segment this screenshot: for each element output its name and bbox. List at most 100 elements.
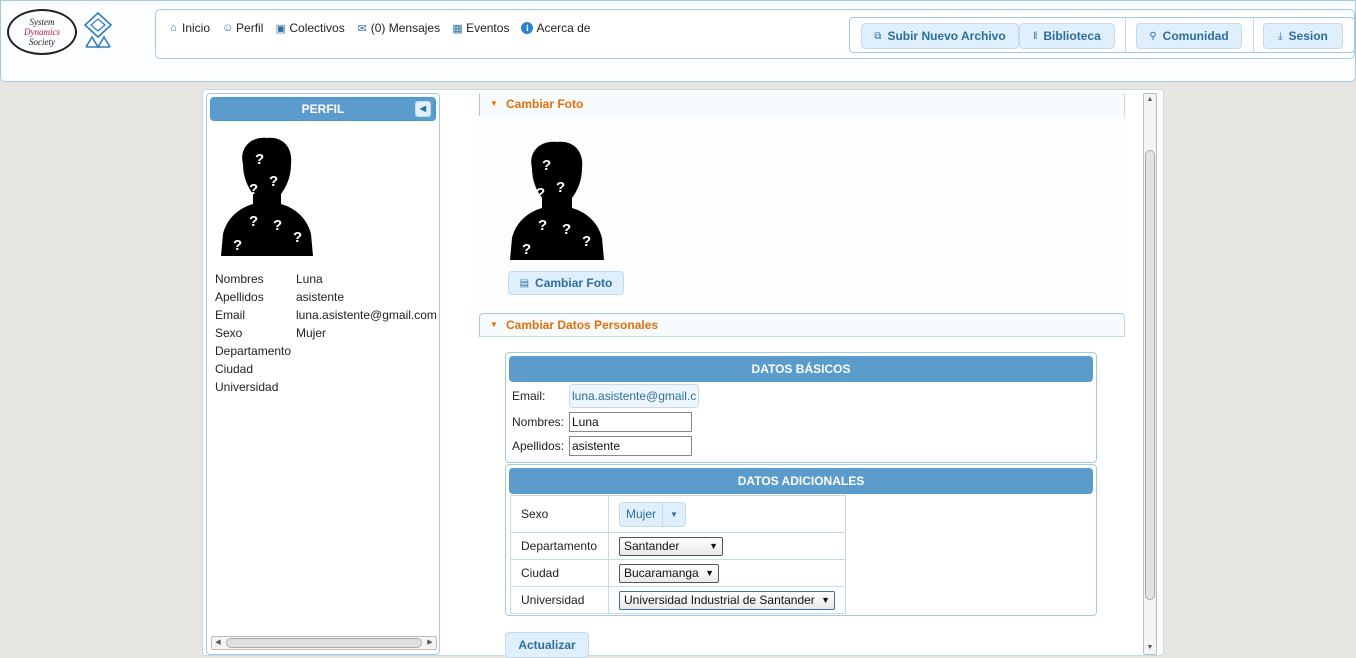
departamento-select[interactable]: Santander ▼ (619, 536, 723, 556)
info-row-sexo: Sexo Mujer (215, 326, 327, 340)
user-icon: ☺ (222, 22, 234, 34)
mail-icon: ✉ (357, 22, 367, 35)
departamento-cell: Santander ▼ (608, 532, 846, 560)
svg-text:?: ? (249, 213, 258, 230)
info-row-universidad: Universidad (215, 380, 279, 394)
table-row: Departamento Santander ▼ (510, 532, 846, 560)
library-icon: ‖ (1033, 30, 1038, 42)
datos-basicos-title: DATOS BÁSICOS (509, 356, 1093, 382)
cambiar-foto-button[interactable]: ▤ Cambiar Foto (508, 271, 624, 295)
info-row-departamento: Departamento (215, 344, 292, 358)
sesion-button[interactable]: ⤓ Sesion (1263, 23, 1343, 49)
collapse-sidebar-button[interactable]: ◀ (415, 101, 431, 117)
universidad-select[interactable]: Universidad Industrial de Santander ▼ (619, 590, 835, 610)
sexo-label: Sexo (510, 495, 609, 533)
apellidos-label: Apellidos: (512, 439, 565, 453)
svg-text:?: ? (522, 241, 531, 258)
dropdown-arrow-icon: ▼ (709, 541, 718, 551)
dropdown-arrow-icon: ▼ (821, 595, 830, 605)
menu-acerca[interactable]: i Acerca de (521, 21, 590, 35)
info-row-ciudad: Ciudad (215, 362, 254, 376)
accordion-datos-personales[interactable]: ▼ Cambiar Datos Personales (479, 313, 1125, 337)
university-logo (83, 11, 113, 49)
save-icon: ▤ (519, 277, 530, 289)
datos-adicionales-table: Sexo Mujer ▼ Departamento Santander ▼ Ci… (510, 495, 846, 614)
logos: System Dynamics Society (5, 7, 117, 59)
dropdown-arrow-icon: ▼ (705, 568, 714, 578)
triangle-down-icon: ▼ (490, 320, 498, 329)
svg-text:?: ? (562, 221, 571, 238)
sexo-select[interactable]: Mujer ▼ (619, 501, 687, 527)
datos-basicos-panel: DATOS BÁSICOS Email: Nombres: Apellidos: (505, 352, 1097, 463)
ciudad-cell: Bucaramanga ▼ (608, 559, 846, 587)
menu-mensajes[interactable]: ✉ (0) Mensajes (357, 21, 440, 35)
top-navigation: ⌂ Inicio ☺ Perfil ▣ Colectivos ✉ (0) Men… (155, 9, 1355, 59)
profile-placeholder-image: ? ? ? ? ? ? ? (221, 137, 313, 256)
main-menu: ⌂ Inicio ☺ Perfil ▣ Colectivos ✉ (0) Men… (168, 21, 590, 35)
ciudad-label: Ciudad (510, 559, 609, 587)
accordion-cambiar-foto[interactable]: ▼ Cambiar Foto (479, 93, 1125, 117)
sidebar-horizontal-scrollbar[interactable]: ◀ ▶ (211, 636, 437, 650)
scroll-up-arrow-icon[interactable]: ▲ (1144, 94, 1156, 106)
menu-inicio[interactable]: ⌂ Inicio (168, 21, 210, 35)
email-field[interactable] (569, 384, 699, 408)
upload-window-icon: ⧉ (874, 30, 882, 42)
content-vertical-scrollbar[interactable]: ▲ ▼ (1143, 93, 1157, 655)
menu-colectivos[interactable]: ▣ Colectivos (275, 21, 345, 35)
table-row: Universidad Universidad Industrial de Sa… (510, 586, 846, 614)
scrollbar-thumb[interactable] (226, 638, 422, 648)
search-icon: ⚲ (1149, 30, 1157, 42)
toolbar-divider (1253, 18, 1254, 52)
triangle-down-icon: ▼ (490, 99, 498, 108)
ciudad-select[interactable]: Bucaramanga ▼ (619, 563, 719, 583)
svg-text:?: ? (582, 233, 591, 250)
action-toolbar: ⧉ Subir Nuevo Archivo ‖ Biblioteca ⚲ Com… (849, 17, 1355, 53)
info-icon: i (521, 22, 534, 34)
sexo-cell: Mujer ▼ (608, 495, 846, 533)
universidad-cell: Universidad Industrial de Santander ▼ (608, 586, 846, 614)
sidebar-header: PERFIL ◀ (210, 97, 436, 121)
chevron-left-icon: ◀ (419, 104, 427, 113)
info-row-email: Email luna.asistente@gmail.com (215, 308, 437, 322)
datos-adicionales-panel: DATOS ADICIONALES Sexo Mujer ▼ Departame… (505, 464, 1097, 616)
nombres-field[interactable] (569, 412, 692, 432)
scroll-down-arrow-icon[interactable]: ▼ (1144, 642, 1156, 654)
profile-info: Nombres Luna Apellidos asistente Email l… (215, 270, 437, 396)
scroll-right-arrow-icon[interactable]: ▶ (424, 637, 436, 649)
chevron-down-icon: ▼ (670, 509, 678, 519)
group-icon: ▣ (275, 22, 287, 35)
comunidad-button[interactable]: ⚲ Comunidad (1136, 23, 1242, 49)
info-row-nombres: Nombres Luna (215, 272, 323, 286)
actualizar-button[interactable]: Actualizar (505, 632, 589, 658)
table-row: Ciudad Bucaramanga ▼ (510, 559, 846, 587)
biblioteca-button[interactable]: ‖ Biblioteca (1019, 23, 1115, 49)
calendar-icon: ▦ (452, 22, 463, 35)
app-header: System Dynamics Society ⌂ Inicio ☺ Perfi… (0, 0, 1356, 82)
info-row-apellidos: Apellidos asistente (215, 290, 345, 304)
subir-archivo-button[interactable]: ⧉ Subir Nuevo Archivo (861, 23, 1019, 49)
system-dynamics-society-logo[interactable]: System Dynamics Society (7, 9, 77, 55)
svg-text:?: ? (538, 217, 547, 234)
menu-eventos[interactable]: ▦ Eventos (452, 21, 509, 35)
nombres-label: Nombres: (512, 415, 565, 429)
toolbar-divider (1125, 18, 1126, 52)
datos-adicionales-title: DATOS ADICIONALES (509, 468, 1093, 494)
departamento-label: Departamento (510, 532, 609, 560)
current-photo-image: ? ? ? ? ? ? ? (510, 141, 604, 260)
main-container: PERFIL ◀ ? ? ? ? ? ? ? Nombres Luna Apel… (202, 89, 1164, 658)
email-label: Email: (512, 389, 546, 403)
home-icon: ⌂ (170, 22, 177, 34)
svg-text:?: ? (542, 157, 551, 174)
scroll-left-arrow-icon[interactable]: ◀ (212, 637, 224, 649)
svg-text:?: ? (293, 229, 302, 246)
svg-text:?: ? (273, 217, 282, 234)
svg-text:?: ? (556, 179, 565, 196)
download-icon: ⤓ (1278, 30, 1283, 42)
universidad-label: Universidad (510, 586, 609, 614)
scrollbar-thumb[interactable] (1145, 150, 1155, 600)
svg-text:?: ? (255, 151, 264, 168)
svg-text:?: ? (536, 185, 545, 202)
table-row: Sexo Mujer ▼ (510, 495, 846, 533)
menu-perfil[interactable]: ☺ Perfil (222, 21, 263, 35)
apellidos-field[interactable] (569, 436, 692, 456)
